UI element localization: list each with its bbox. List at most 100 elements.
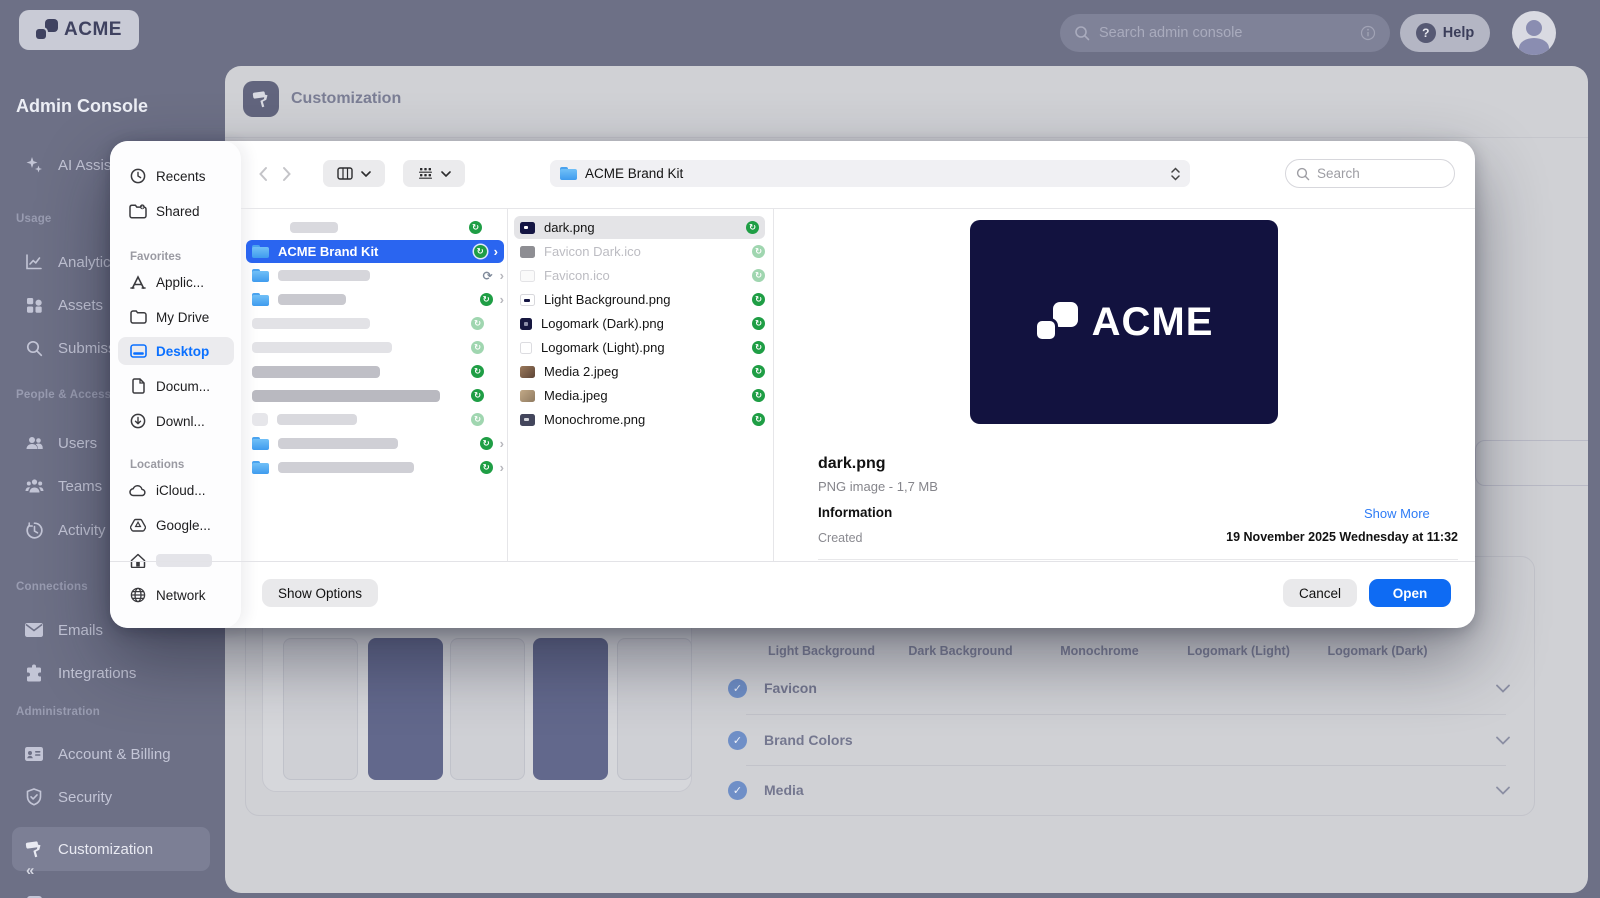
sidebar-item-customization[interactable]: Customization — [12, 827, 210, 871]
folder-outline-icon — [129, 310, 147, 324]
sync-complete-badge: ↻ — [752, 389, 765, 402]
sidebar-collapse-control[interactable]: « — [26, 862, 34, 879]
file-row-monochrome-png[interactable]: Monochrome.png ↻ — [520, 408, 765, 431]
dialog-sidebar-my-drive[interactable]: My Drive — [118, 303, 234, 331]
sidebar-item-integrations[interactable]: Integrations — [12, 658, 210, 688]
file-row-logomark-light-png[interactable]: Logomark (Light).png ↻ — [520, 336, 765, 359]
sync-complete-badge: ↻ — [479, 437, 493, 450]
file-thumbnail — [520, 341, 532, 354]
accordion-media-label: Media — [764, 782, 804, 798]
dialog-sidebar-google-drive[interactable]: Google... — [118, 511, 234, 539]
show-options-button[interactable]: Show Options — [262, 579, 379, 607]
file-thumbnail — [520, 389, 535, 402]
folder-icon — [252, 269, 269, 282]
user-avatar[interactable] — [1512, 11, 1556, 55]
logo-tile-logomark-light[interactable] — [533, 638, 608, 780]
dialog-sidebar-applications[interactable]: Applic... — [118, 268, 234, 296]
dialog-sidebar-desktop[interactable]: Desktop — [118, 337, 234, 365]
file-thumbnail — [520, 269, 535, 282]
file-thumbnail — [520, 221, 535, 234]
folder-row-redacted[interactable]: ↻ — [252, 384, 504, 407]
admin-search-bar[interactable] — [1060, 14, 1390, 52]
shield-check-icon — [24, 788, 44, 806]
folder-row-redacted[interactable]: ↻ › — [252, 456, 504, 479]
column-divider — [773, 209, 774, 561]
accordion-brand-colors[interactable]: ✓ Brand Colors — [728, 725, 1510, 755]
accordion-favicon[interactable]: ✓ Favicon — [728, 673, 1510, 703]
sidebar-label-support: Support — [58, 895, 111, 898]
search-icon — [1296, 167, 1310, 181]
admin-search-input[interactable] — [1099, 25, 1351, 41]
preview-information-heading: Information — [818, 505, 893, 520]
file-row-dark-png[interactable]: dark.png ↻ — [514, 216, 765, 239]
file-name: Monochrome.png — [544, 412, 646, 427]
acme-logo[interactable]: ACME — [19, 10, 139, 50]
dialog-sidebar-favorites-heading: Favorites — [130, 251, 182, 263]
file-row-media-2-jpeg[interactable]: Media 2.jpeg ↻ — [520, 360, 765, 383]
accordion-media[interactable]: ✓ Media — [728, 775, 1510, 805]
cancel-button[interactable]: Cancel — [1283, 579, 1358, 607]
envelope-icon — [24, 623, 44, 637]
dialog-sidebar-downloads[interactable]: Downl... — [118, 407, 234, 435]
sidebar-label-account: Account & Billing — [58, 745, 171, 763]
folder-row-redacted[interactable]: ⟳ › — [252, 264, 504, 287]
show-more-link[interactable]: Show More — [1364, 506, 1430, 521]
sync-complete-badge: ↻ — [479, 461, 493, 474]
folder-row-redacted[interactable]: ↻ — [252, 360, 504, 383]
forward-icon[interactable] — [282, 166, 292, 182]
logo-tile-logomark-dark[interactable] — [617, 638, 692, 780]
folder-row-redacted[interactable]: ↻ — [252, 408, 504, 431]
file-row-favicon-ico[interactable]: Favicon.ico ↻ — [520, 264, 765, 287]
folder-row-redacted[interactable]: ↻ › — [252, 288, 504, 311]
teams-icon — [24, 478, 44, 494]
group-sort-button[interactable] — [403, 160, 465, 187]
sync-complete-badge: ↻ — [752, 269, 765, 282]
paint-roller-icon — [24, 840, 44, 858]
sidebar-item-security[interactable]: Security — [12, 782, 210, 812]
page-header-divider — [225, 137, 1588, 138]
sidebar-item-account-billing[interactable]: Account & Billing — [12, 739, 210, 769]
dialog-sidebar-shared[interactable]: Shared — [118, 197, 234, 225]
folder-path-select[interactable]: ACME Brand Kit — [550, 160, 1190, 187]
sidebar-label-assets: Assets — [58, 296, 104, 314]
dialog-sidebar-home[interactable] — [118, 546, 234, 574]
file-row-logomark-dark-png[interactable]: Logomark (Dark).png ↻ — [520, 312, 765, 335]
column-label-light-background: Light Background — [768, 644, 875, 658]
sidebar-label-customization: Customization — [58, 840, 154, 858]
dialog-sidebar-recents-label: Recents — [156, 168, 206, 184]
sidebar-section-usage: Usage — [16, 213, 52, 225]
logo-tile-monochrome[interactable] — [450, 638, 525, 780]
sync-complete-badge: ↻ — [471, 389, 484, 402]
dialog-search-input[interactable] — [1317, 166, 1444, 181]
file-thumbnail — [520, 413, 535, 426]
dialog-sidebar-recents[interactable]: Recents — [118, 162, 234, 190]
cloud-icon — [129, 484, 147, 497]
back-icon[interactable] — [258, 166, 268, 182]
sidebar-section-connections: Connections — [16, 581, 88, 593]
dialog-sidebar-network-label: Network — [156, 587, 206, 603]
folder-row-redacted[interactable]: ↻ › — [252, 432, 504, 455]
logo-tile-light-background[interactable] — [283, 638, 358, 780]
file-name: Logomark (Light).png — [541, 340, 665, 355]
columns-view-icon — [337, 167, 353, 180]
dialog-sidebar-network[interactable]: Network — [118, 581, 234, 609]
dialog-search-field[interactable] — [1285, 159, 1455, 188]
logo-tile-dark-background[interactable] — [368, 638, 443, 780]
file-row-media-jpeg[interactable]: Media.jpeg ↻ — [520, 384, 765, 407]
accordion-divider — [746, 714, 1506, 715]
view-mode-button[interactable] — [323, 160, 385, 187]
sidebar-label-security: Security — [58, 788, 113, 806]
folder-row-redacted[interactable]: ↻ — [250, 216, 502, 239]
sidebar-item-support[interactable]: Support — [12, 888, 210, 898]
folder-row-acme-brand-kit[interactable]: ACME Brand Kit ↻ › — [246, 240, 504, 263]
file-row-light-background-png[interactable]: Light Background.png ↻ — [520, 288, 765, 311]
help-button[interactable]: ? Help — [1400, 14, 1490, 52]
dialog-sidebar-documents[interactable]: Docum... — [118, 372, 234, 400]
folder-row-redacted[interactable]: ↻ — [252, 312, 504, 335]
folder-row-redacted[interactable]: ↻ — [252, 336, 504, 359]
dialog-sidebar-shared-label: Shared — [156, 203, 200, 219]
file-row-favicon-dark-ico[interactable]: Favicon Dark.ico ↻ — [520, 240, 765, 263]
open-button[interactable]: Open — [1369, 579, 1451, 607]
shared-folder-icon — [129, 203, 147, 219]
dialog-sidebar-icloud[interactable]: iCloud... — [118, 476, 234, 504]
